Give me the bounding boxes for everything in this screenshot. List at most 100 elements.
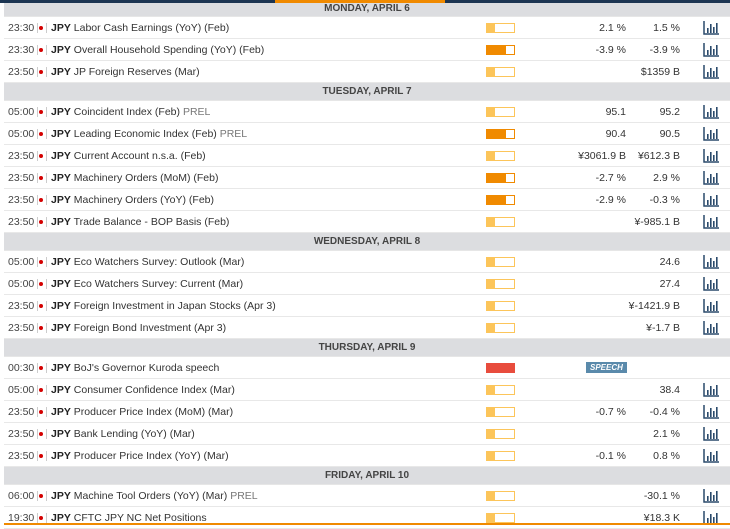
event-time: 23:50: [8, 150, 35, 162]
impact-low-indicator: [486, 385, 515, 395]
event-row[interactable]: 23:50 JPY Foreign Investment in Japan St…: [4, 295, 730, 317]
event-title[interactable]: JPY Foreign Investment in Japan Stocks (…: [51, 300, 276, 312]
event-title[interactable]: JPY Consumer Confidence Index (Mar): [51, 384, 235, 396]
chart-icon[interactable]: [703, 215, 720, 229]
event-actual: 95.1: [605, 106, 626, 118]
event-forecast: -0.3 %: [649, 194, 680, 206]
day-header: FRIDAY, APRIL 10: [4, 467, 730, 485]
chart-icon[interactable]: [703, 383, 720, 397]
event-currency: JPY: [51, 194, 71, 206]
event-row[interactable]: 23:50 JPY Producer Price Index (YoY) (Ma…: [4, 445, 730, 467]
impact-low-indicator: [486, 301, 515, 311]
event-row[interactable]: 05:00 JPY Coincident Index (Feb) PREL 95…: [4, 101, 730, 123]
event-name: Machinery Orders (YoY) (Feb): [73, 194, 215, 206]
event-currency: JPY: [51, 406, 71, 418]
event-currency: JPY: [51, 256, 71, 268]
event-title[interactable]: JPY Eco Watchers Survey: Outlook (Mar): [51, 256, 244, 268]
event-currency: JPY: [51, 428, 71, 440]
event-title[interactable]: JPY Coincident Index (Feb) PREL: [51, 106, 210, 118]
event-row[interactable]: 23:30 JPY Overall Household Spending (Yo…: [4, 39, 730, 61]
chart-icon[interactable]: [703, 321, 720, 335]
impact-low-indicator: [486, 429, 515, 439]
chart-icon[interactable]: [703, 105, 720, 119]
prel-tag: PREL: [219, 128, 248, 140]
event-row[interactable]: 05:00 JPY Leading Economic Index (Feb) P…: [4, 123, 730, 145]
impact-low-indicator: [486, 279, 515, 289]
event-name: Eco Watchers Survey: Current (Mar): [73, 278, 244, 290]
chart-icon[interactable]: [703, 299, 720, 313]
day-header: TUESDAY, APRIL 7: [4, 83, 730, 101]
chart-icon[interactable]: [703, 21, 720, 35]
event-title[interactable]: JPY Machinery Orders (MoM) (Feb): [51, 172, 218, 184]
japan-flag-icon: [39, 366, 43, 370]
event-name: Current Account n.s.a. (Feb): [73, 150, 206, 162]
event-title[interactable]: JPY Machine Tool Orders (YoY) (Mar) PREL: [51, 490, 258, 502]
event-row[interactable]: 23:50 JPY Machinery Orders (YoY) (Feb) -…: [4, 189, 730, 211]
event-row[interactable]: 23:50 JPY Foreign Bond Investment (Apr 3…: [4, 317, 730, 339]
chart-icon[interactable]: [703, 277, 720, 291]
chart-icon[interactable]: [703, 449, 720, 463]
event-title[interactable]: JPY Producer Price Index (YoY) (Mar): [51, 450, 229, 462]
event-row[interactable]: 05:00 JPY Consumer Confidence Index (Mar…: [4, 379, 730, 401]
event-title[interactable]: JPY Eco Watchers Survey: Current (Mar): [51, 278, 243, 290]
event-title[interactable]: JPY BoJ's Governor Kuroda speech: [51, 362, 219, 374]
event-title[interactable]: JPY Trade Balance - BOP Basis (Feb): [51, 216, 229, 228]
event-title[interactable]: JPY Leading Economic Index (Feb) PREL: [51, 128, 247, 140]
chart-icon[interactable]: [703, 171, 720, 185]
event-name: JP Foreign Reserves (Mar): [73, 66, 200, 78]
event-row[interactable]: 19:30 JPY CFTC JPY NC Net Positions ¥18.…: [4, 507, 730, 529]
event-actual: -2.7 %: [595, 172, 626, 184]
event-time: 05:00: [8, 278, 35, 290]
event-title[interactable]: JPY Current Account n.s.a. (Feb): [51, 150, 206, 162]
event-forecast: 1.5 %: [653, 22, 680, 34]
event-currency: JPY: [51, 384, 71, 396]
event-row[interactable]: 06:00 JPY Machine Tool Orders (YoY) (Mar…: [4, 485, 730, 507]
event-time: 23:30: [8, 44, 35, 56]
event-forecast: ¥612.3 B: [637, 150, 680, 162]
event-row[interactable]: 23:50 JPY Producer Price Index (MoM) (Ma…: [4, 401, 730, 423]
event-row[interactable]: 23:50 JPY JP Foreign Reserves (Mar) $135…: [4, 61, 730, 83]
event-row[interactable]: 23:50 JPY Current Account n.s.a. (Feb) ¥…: [4, 145, 730, 167]
event-row[interactable]: 23:50 JPY Bank Lending (YoY) (Mar) 2.1 %: [4, 423, 730, 445]
event-forecast: -30.1 %: [643, 490, 680, 502]
chart-icon[interactable]: [703, 65, 720, 79]
event-time: 00:30: [8, 362, 35, 374]
chart-icon[interactable]: [703, 427, 720, 441]
event-name: Consumer Confidence Index (Mar): [73, 384, 235, 396]
event-row[interactable]: 23:50 JPY Machinery Orders (MoM) (Feb) -…: [4, 167, 730, 189]
chart-icon[interactable]: [703, 193, 720, 207]
event-name: Producer Price Index (YoY) (Mar): [73, 450, 229, 462]
event-title[interactable]: JPY Labor Cash Earnings (YoY) (Feb): [51, 22, 229, 34]
event-currency: JPY: [51, 106, 71, 118]
event-name: Producer Price Index (MoM) (Mar): [73, 406, 234, 418]
event-title[interactable]: JPY Machinery Orders (YoY) (Feb): [51, 194, 214, 206]
event-title[interactable]: JPY Foreign Bond Investment (Apr 3): [51, 322, 226, 334]
event-time: 05:00: [8, 128, 35, 140]
impact-low-indicator: [486, 491, 515, 501]
chart-icon[interactable]: [703, 405, 720, 419]
impact-low-indicator: [486, 451, 515, 461]
event-name: Coincident Index (Feb): [73, 106, 181, 118]
event-title[interactable]: JPY Producer Price Index (MoM) (Mar): [51, 406, 233, 418]
event-actual: -0.1 %: [595, 450, 626, 462]
chart-icon[interactable]: [703, 149, 720, 163]
event-time: 23:50: [8, 216, 35, 228]
event-row[interactable]: 23:30 JPY Labor Cash Earnings (YoY) (Feb…: [4, 17, 730, 39]
japan-flag-icon: [39, 260, 43, 264]
event-title[interactable]: JPY Bank Lending (YoY) (Mar): [51, 428, 195, 440]
event-row[interactable]: 05:00 JPY Eco Watchers Survey: Current (…: [4, 273, 730, 295]
japan-flag-icon: [39, 110, 43, 114]
chart-icon[interactable]: [703, 255, 720, 269]
event-row[interactable]: 23:50 JPY Trade Balance - BOP Basis (Feb…: [4, 211, 730, 233]
impact-low-indicator: [486, 217, 515, 227]
event-title[interactable]: JPY JP Foreign Reserves (Mar): [51, 66, 200, 78]
event-row[interactable]: 00:30 JPY BoJ's Governor Kuroda speech S…: [4, 357, 730, 379]
chart-icon[interactable]: [703, 127, 720, 141]
event-row[interactable]: 05:00 JPY Eco Watchers Survey: Outlook (…: [4, 251, 730, 273]
chart-icon[interactable]: [703, 489, 720, 503]
impact-low-indicator: [486, 23, 515, 33]
chart-icon[interactable]: [703, 43, 720, 57]
event-title[interactable]: JPY Overall Household Spending (YoY) (Fe…: [51, 44, 264, 56]
event-name: Foreign Bond Investment (Apr 3): [73, 322, 227, 334]
japan-flag-icon: [39, 494, 43, 498]
